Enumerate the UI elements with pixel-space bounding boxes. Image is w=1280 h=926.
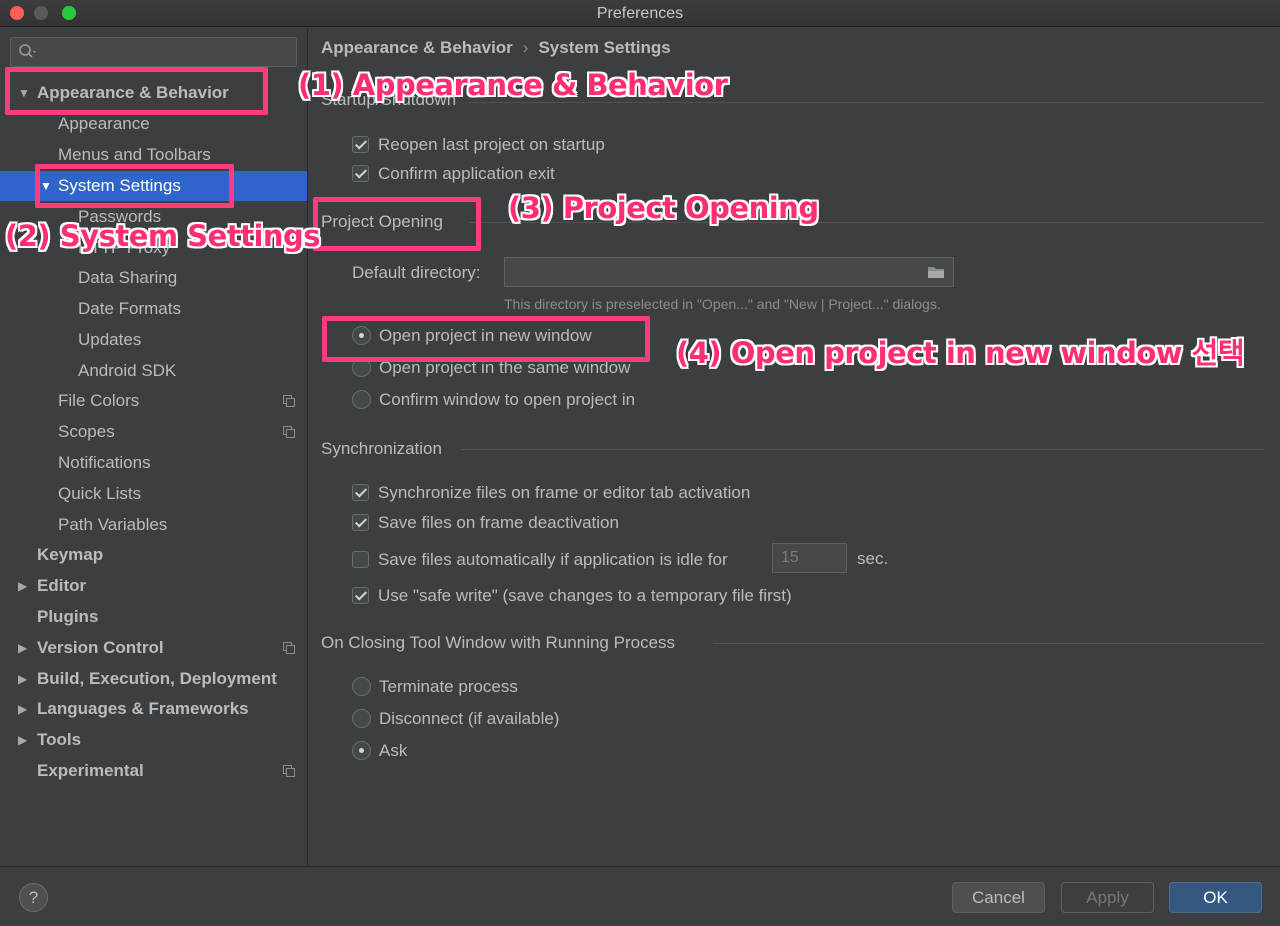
- radio-circle: [352, 676, 371, 696]
- breadcrumb: Appearance & Behavior › System Settings: [321, 38, 671, 58]
- save-on-deactivation-checkbox[interactable]: Save files on frame deactivation: [352, 512, 619, 534]
- safe-write-checkbox[interactable]: Use "safe write" (save changes to a temp…: [352, 585, 792, 607]
- collapsed-arrow-icon: ▶: [18, 641, 28, 655]
- sidebar-item-data-sharing[interactable]: Data Sharing: [0, 263, 307, 293]
- breadcrumb-current: System Settings: [538, 38, 671, 57]
- window-title: Preferences: [596, 5, 684, 22]
- sidebar-item-android-sdk[interactable]: Android SDK: [0, 356, 307, 386]
- sidebar-item-file-colors[interactable]: File Colors: [0, 386, 307, 416]
- sidebar-item-updates[interactable]: Updates: [0, 325, 307, 355]
- sidebar-item-languages-frameworks[interactable]: ▶ Languages & Frameworks: [0, 694, 307, 724]
- sidebar-item-path-variables[interactable]: Path Variables: [0, 510, 307, 540]
- sidebar-item-experimental[interactable]: Experimental: [0, 756, 307, 786]
- checkbox-box: [352, 513, 369, 531]
- disconnect-radio[interactable]: Disconnect (if available): [352, 708, 559, 730]
- sidebar-item-plugins[interactable]: Plugins: [0, 602, 307, 632]
- synchronization-section-title: Synchronization: [321, 439, 442, 458]
- collapsed-arrow-icon: ▶: [18, 702, 28, 716]
- sidebar-item-date-formats[interactable]: Date Formats: [0, 294, 307, 324]
- dialog-footer: ? Cancel Apply OK: [0, 866, 1280, 926]
- radio-circle: [352, 708, 371, 728]
- annotation-label-4: (4) Open project in new window 선택: [676, 336, 1245, 370]
- idle-seconds-unit: sec.: [857, 549, 889, 568]
- search-icon: [19, 44, 36, 58]
- help-button[interactable]: ?: [19, 883, 48, 912]
- radio-circle: [352, 389, 371, 409]
- annotation-label-3: (3) Project Opening: [508, 191, 819, 225]
- sidebar-item-scopes[interactable]: Scopes: [0, 417, 307, 447]
- section-divider: [469, 102, 1264, 103]
- ok-button[interactable]: OK: [1169, 882, 1262, 913]
- collapsed-arrow-icon: ▶: [18, 672, 28, 686]
- project-scope-icon: [283, 426, 295, 438]
- confirm-exit-checkbox[interactable]: Confirm application exit: [352, 163, 555, 185]
- ask-radio[interactable]: Ask: [352, 740, 407, 762]
- default-directory-hint: This directory is preselected in "Open..…: [504, 296, 941, 312]
- folder-icon[interactable]: [927, 265, 945, 279]
- save-when-idle-checkbox[interactable]: Save files automatically if application …: [352, 549, 728, 571]
- section-divider: [461, 449, 1264, 450]
- sidebar-item-quick-lists[interactable]: Quick Lists: [0, 479, 307, 509]
- sidebar-item-keymap[interactable]: Keymap: [0, 540, 307, 570]
- idle-seconds-input[interactable]: 15: [772, 543, 847, 573]
- checkbox-box: [352, 483, 369, 501]
- checkbox-box: [352, 164, 369, 182]
- sidebar-item-tools[interactable]: ▶ Tools: [0, 725, 307, 755]
- annotation-label-2: (2) System Settings: [5, 219, 321, 253]
- reopen-last-project-checkbox[interactable]: Reopen last project on startup: [352, 134, 605, 156]
- sidebar-item-version-control[interactable]: ▶ Version Control: [0, 633, 307, 663]
- annotation-label-1: (1) Appearance & Behavior: [298, 68, 728, 102]
- closing-section-title: On Closing Tool Window with Running Proc…: [321, 633, 676, 652]
- default-directory-label: Default directory:: [352, 263, 481, 282]
- sync-files-checkbox[interactable]: Synchronize files on frame or editor tab…: [352, 482, 750, 504]
- breadcrumb-parent[interactable]: Appearance & Behavior: [321, 38, 513, 57]
- checkbox-box: [352, 135, 369, 153]
- settings-content: Appearance & Behavior › System Settings St…: [309, 28, 1280, 866]
- section-divider: [713, 643, 1264, 644]
- project-scope-icon: [283, 765, 295, 777]
- annotation-box-4: [322, 316, 650, 362]
- default-directory-field[interactable]: [504, 257, 954, 287]
- breadcrumb-separator: ›: [522, 38, 529, 57]
- sidebar-item-notifications[interactable]: Notifications: [0, 448, 307, 478]
- collapsed-arrow-icon: ▶: [18, 733, 28, 747]
- checkbox-box: [352, 550, 369, 568]
- project-scope-icon: [283, 395, 295, 407]
- apply-button[interactable]: Apply: [1061, 882, 1154, 913]
- sidebar-item-editor[interactable]: ▶ Editor: [0, 571, 307, 601]
- terminate-process-radio[interactable]: Terminate process: [352, 676, 518, 698]
- project-scope-icon: [283, 642, 295, 654]
- search-input[interactable]: [10, 37, 297, 67]
- annotation-box-2: [35, 164, 234, 208]
- annotation-box-1: [5, 67, 268, 115]
- title-bar: Preferences: [0, 0, 1280, 27]
- settings-sidebar: ▼ Appearance & Behavior Appearance Menus…: [0, 28, 308, 866]
- checkbox-box: [352, 586, 369, 604]
- collapsed-arrow-icon: ▶: [18, 579, 28, 593]
- annotation-box-3: [313, 197, 481, 251]
- sidebar-item-build-execution[interactable]: ▶ Build, Execution, Deployment: [0, 664, 307, 694]
- confirm-window-radio[interactable]: Confirm window to open project in: [352, 389, 635, 411]
- cancel-button[interactable]: Cancel: [952, 882, 1045, 913]
- radio-circle: [352, 740, 371, 760]
